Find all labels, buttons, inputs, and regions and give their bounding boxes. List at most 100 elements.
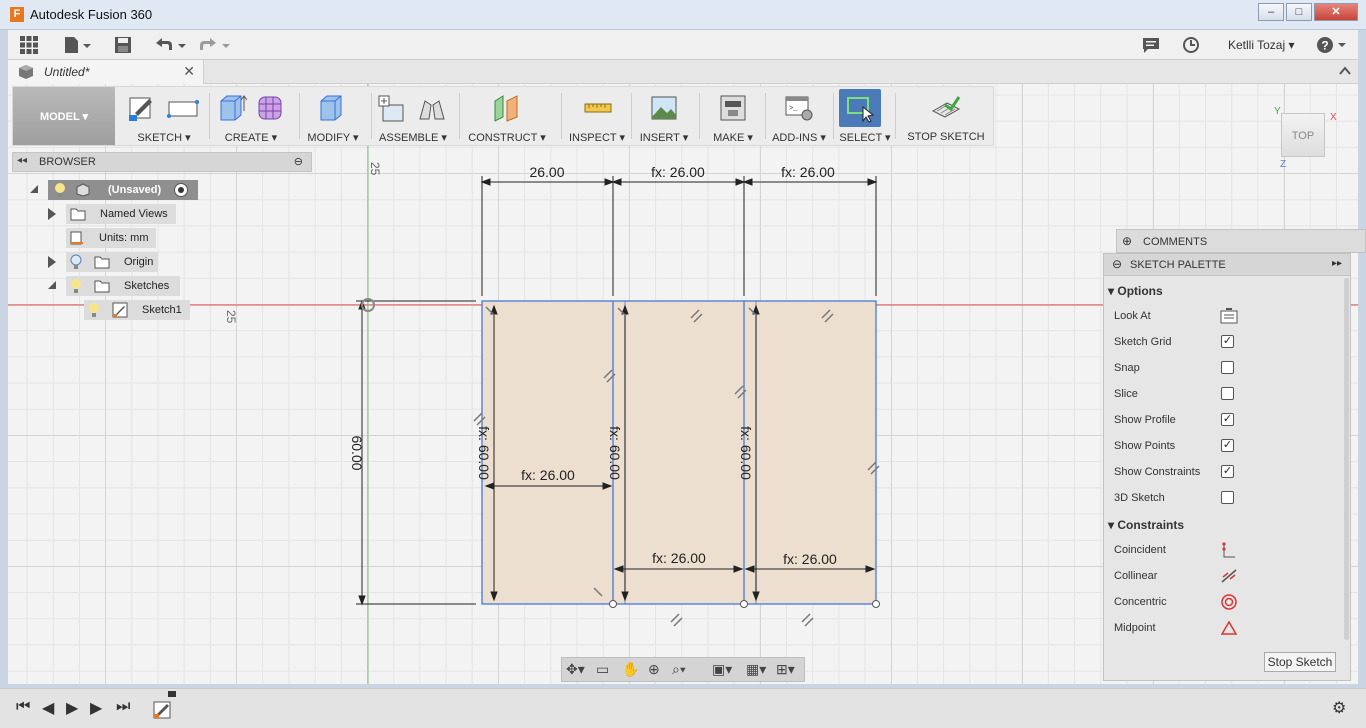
- inspect-group[interactable]: INSPECT ▾: [565, 87, 629, 145]
- stop-sketch-icon[interactable]: [931, 93, 961, 123]
- minimize-button[interactable]: –: [1258, 3, 1284, 21]
- zoom-icon[interactable]: ⊕: [648, 661, 660, 678]
- grid-settings-icon[interactable]: ▦▾: [746, 661, 766, 678]
- scripts-icon[interactable]: >_: [784, 93, 814, 123]
- add-ins-group[interactable]: >_ ADD-INS ▾: [769, 87, 829, 145]
- concentric-icon[interactable]: [1220, 593, 1238, 614]
- browser-node-origin[interactable]: Origin: [48, 252, 160, 272]
- lightbulb-off-icon[interactable]: [70, 254, 82, 273]
- expand-triangle-icon[interactable]: [48, 208, 56, 220]
- chevron-up-icon[interactable]: [1338, 64, 1352, 81]
- browser-node-sketches[interactable]: Sketches: [48, 276, 182, 296]
- sketch-grid-checkbox[interactable]: ✓: [1221, 335, 1234, 348]
- look-at-icon[interactable]: [1220, 308, 1238, 327]
- constraint-collinear[interactable]: Collinear: [1114, 567, 1344, 587]
- constraint-coincident[interactable]: Coincident: [1114, 541, 1344, 561]
- last-step-icon[interactable]: ⏭: [116, 698, 130, 716]
- next-step-icon[interactable]: ▶: [90, 698, 102, 718]
- comments-panel[interactable]: ⊕ COMMENTS: [1116, 229, 1366, 253]
- palette-scrollbar[interactable]: [1344, 278, 1349, 640]
- midpoint-icon[interactable]: [1220, 619, 1238, 640]
- maximize-button[interactable]: □: [1286, 3, 1312, 21]
- collapse-browser-icon[interactable]: ◂◂: [17, 155, 27, 166]
- create-group[interactable]: CREATE ▾: [213, 87, 289, 145]
- measure-icon[interactable]: [583, 93, 613, 123]
- show-constraints-checkbox[interactable]: ✓: [1221, 465, 1234, 478]
- option-sketch-grid[interactable]: Sketch Grid ✓: [1114, 333, 1344, 353]
- sketch-group[interactable]: SKETCH ▾: [121, 87, 207, 145]
- lightbulb-icon[interactable]: [70, 278, 82, 297]
- constraint-midpoint[interactable]: Midpoint: [1114, 619, 1344, 639]
- coincident-icon[interactable]: [1220, 541, 1236, 562]
- comment-icon[interactable]: [1142, 36, 1160, 54]
- 3d-print-icon[interactable]: [718, 93, 748, 123]
- make-group[interactable]: MAKE ▾: [703, 87, 763, 145]
- offset-plane-icon[interactable]: [491, 93, 521, 123]
- insert-group[interactable]: INSERT ▾: [635, 87, 693, 145]
- constraints-section-header[interactable]: ▾ Constraints: [1108, 518, 1184, 532]
- 3d-sketch-checkbox[interactable]: [1221, 491, 1234, 504]
- browser-node-units[interactable]: Units: mm: [66, 228, 156, 248]
- viewports-icon[interactable]: ⊞▾: [776, 661, 795, 678]
- grid-icon[interactable]: [20, 36, 38, 54]
- show-profile-checkbox[interactable]: ✓: [1221, 413, 1234, 426]
- display-settings-icon[interactable]: ▣▾: [712, 661, 732, 678]
- option-snap[interactable]: Snap: [1114, 359, 1344, 379]
- expand-triangle-icon[interactable]: [48, 256, 56, 268]
- browser-node-named-views[interactable]: Named Views: [48, 204, 178, 224]
- play-icon[interactable]: ▶: [66, 698, 78, 718]
- lightbulb-icon[interactable]: [88, 302, 100, 321]
- sketch-palette-header[interactable]: ⊖ SKETCH PALETTE ▸▸: [1104, 254, 1350, 276]
- previous-step-icon[interactable]: ◀: [42, 698, 54, 718]
- modify-group[interactable]: MODIFY ▾: [303, 87, 363, 145]
- pan-icon[interactable]: ✋: [622, 661, 639, 678]
- look-at-nav-icon[interactable]: ▭: [596, 661, 609, 678]
- show-points-checkbox[interactable]: ✓: [1221, 439, 1234, 452]
- activate-radio-icon[interactable]: [174, 183, 188, 197]
- user-menu[interactable]: Ketlli Tozaj ▾: [1228, 38, 1295, 52]
- file-icon[interactable]: [64, 36, 92, 54]
- rectangle-icon[interactable]: [167, 93, 199, 123]
- option-show-profile[interactable]: Show Profile ✓: [1114, 411, 1344, 431]
- browser-minus-icon[interactable]: ⊖: [294, 155, 303, 168]
- lightbulb-icon[interactable]: [54, 182, 66, 201]
- stop-sketch-button[interactable]: Stop Sketch: [1264, 652, 1336, 672]
- form-icon[interactable]: [255, 93, 285, 123]
- insert-image-icon[interactable]: [649, 93, 679, 123]
- create-sketch-icon[interactable]: [127, 93, 157, 123]
- new-component-icon[interactable]: [377, 93, 407, 123]
- view-cube[interactable]: TOP: [1281, 113, 1325, 157]
- collinear-icon[interactable]: [1220, 567, 1238, 588]
- document-tab[interactable]: Untitled* ✕: [8, 60, 204, 84]
- option-slice[interactable]: Slice: [1114, 385, 1344, 405]
- redo-icon[interactable]: [198, 36, 230, 54]
- close-tab-icon[interactable]: ✕: [183, 63, 195, 80]
- undo-icon[interactable]: [154, 36, 186, 54]
- extrude-icon[interactable]: [217, 93, 248, 123]
- expand-plus-icon[interactable]: ⊕: [1122, 234, 1132, 248]
- options-section-header[interactable]: ▾ Options: [1108, 284, 1163, 298]
- collapse-triangle-icon[interactable]: [30, 185, 38, 193]
- save-icon[interactable]: [114, 36, 132, 54]
- orbit-icon[interactable]: ✥▾: [566, 661, 585, 678]
- browser-node-sketch1[interactable]: Sketch1: [84, 300, 192, 320]
- collapse-minus-icon[interactable]: ⊖: [1112, 257, 1122, 271]
- expand-right-icon[interactable]: ▸▸: [1332, 258, 1342, 269]
- option-look-at[interactable]: Look At: [1114, 307, 1344, 327]
- timeline-marker[interactable]: [168, 691, 176, 697]
- timeline-sketch-icon[interactable]: [153, 699, 173, 722]
- collapse-triangle-icon[interactable]: [48, 281, 56, 289]
- select-icon[interactable]: [845, 93, 875, 123]
- clock-icon[interactable]: [1182, 36, 1200, 54]
- option-show-points[interactable]: Show Points ✓: [1114, 437, 1344, 457]
- snap-checkbox[interactable]: [1221, 361, 1234, 374]
- browser-header[interactable]: ◂◂ BROWSER ⊖: [12, 152, 312, 172]
- slice-checkbox[interactable]: [1221, 387, 1234, 400]
- settings-gear-icon[interactable]: ⚙: [1332, 698, 1346, 718]
- first-step-icon[interactable]: ⏮: [16, 698, 30, 716]
- workspace-switcher[interactable]: MODEL ▾: [13, 87, 115, 145]
- assemble-group[interactable]: ASSEMBLE ▾: [375, 87, 451, 145]
- help-icon[interactable]: ?: [1316, 36, 1348, 54]
- fit-icon[interactable]: ⌕▾: [672, 661, 686, 678]
- stop-sketch-group[interactable]: STOP SKETCH: [899, 87, 993, 145]
